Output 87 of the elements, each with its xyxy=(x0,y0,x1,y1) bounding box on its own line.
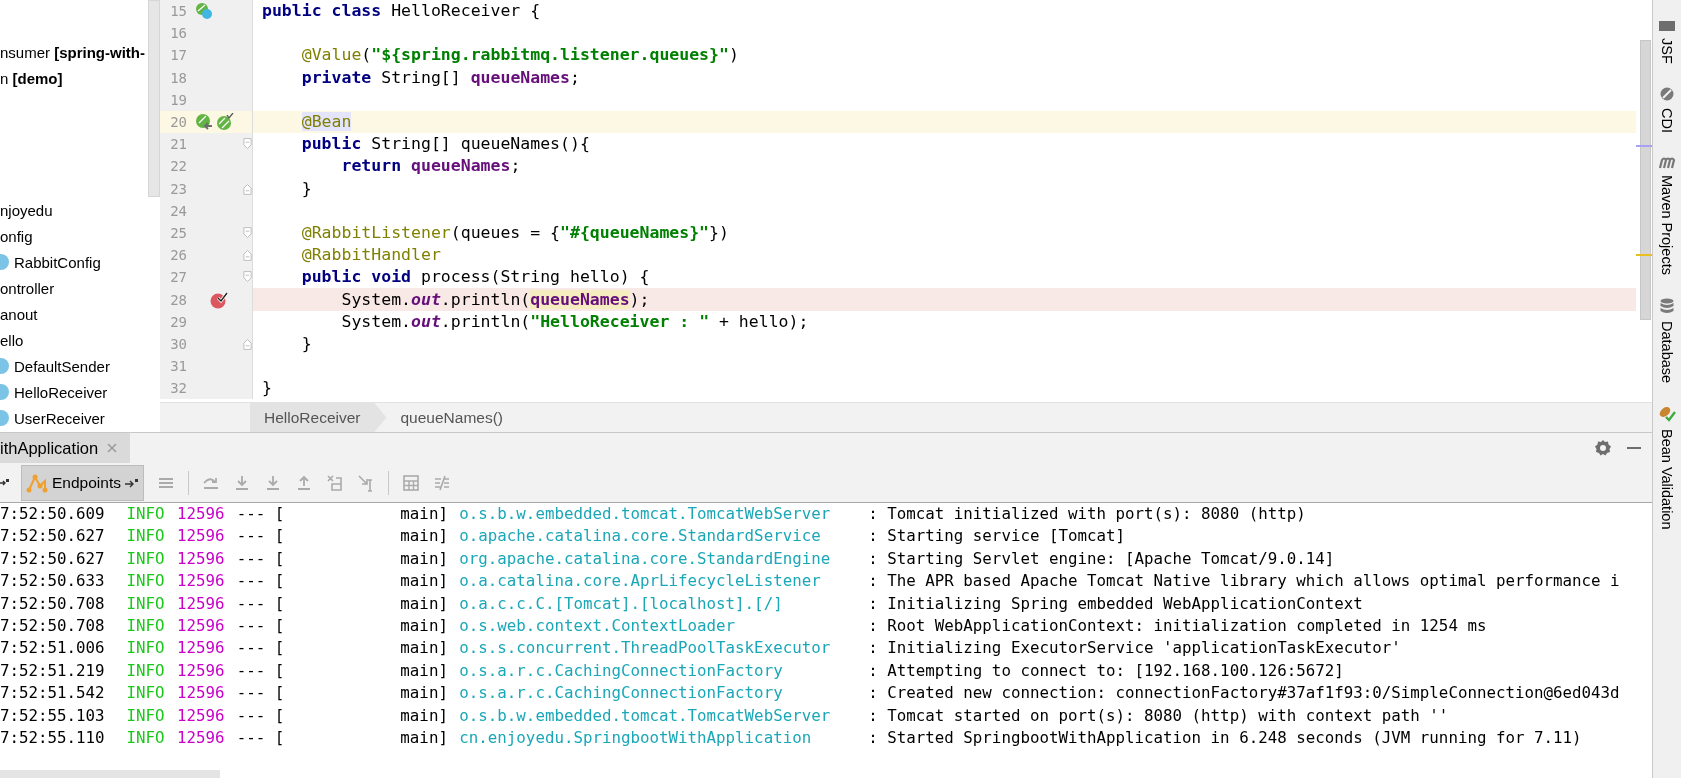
line-number: 29 xyxy=(169,313,187,330)
class-icon xyxy=(0,383,10,401)
breadcrumb[interactable]: queueNames() xyxy=(386,403,529,432)
line-number: 21 xyxy=(169,136,187,153)
line-number: 25 xyxy=(169,224,187,241)
line-number: 31 xyxy=(169,358,187,375)
breadcrumb[interactable]: HelloReceiver xyxy=(250,403,387,432)
line-number: 24 xyxy=(169,202,187,219)
class-icon xyxy=(0,357,10,375)
close-icon[interactable] xyxy=(106,442,119,454)
line-number: 18 xyxy=(169,69,187,86)
scrollbar-thumb[interactable] xyxy=(148,0,160,197)
scrollbar-thumb[interactable] xyxy=(1640,40,1651,320)
log-line: 7:52:50.627 INFO 12596 --- [ main] o.apache.catalina.core.StandardService : Starting service [Tomcat] xyxy=(0,525,1127,548)
calculator-icon[interactable] xyxy=(401,473,420,492)
line-number: 23 xyxy=(169,180,187,197)
code-line: } xyxy=(300,333,312,354)
tool-window-button[interactable]: CDI xyxy=(1659,85,1675,133)
log-line: 7:52:55.103 INFO 12596 --- [ main] o.s.b.w.embedded.tomcat.TomcatWebServer : Tomcat started on port(s): 8080 (http) with context path '' xyxy=(0,704,1450,727)
log-line: 7:52:50.708 INFO 12596 --- [ main] o.a.c.c.C.[Tomcat].[localhost].[/] : Initializing Spring embedded WebApplicationContext xyxy=(0,592,1364,615)
code-line: private String[] queueNames; xyxy=(300,67,580,88)
log-line: 7:52:50.627 INFO 12596 --- [ main] org.apache.catalina.core.StandardEngine : Starting Servlet engine: [Apache Tomcat/9.0.14] xyxy=(0,547,1336,570)
endpoints-button[interactable]: Endpoints xyxy=(21,464,144,501)
code-line: public String[] queueNames(){ xyxy=(300,134,590,155)
tool-window-button[interactable]: JSF xyxy=(1658,20,1676,64)
fold-icon[interactable] xyxy=(243,225,252,240)
log-line: 7:52:55.110 INFO 12596 --- [ main] cn.enjoyedu.SpringbootWithApplication : Started SpringbootWithApplication in 6.248 seconds (JVM running for 7.11) xyxy=(0,726,1583,749)
line-number: 19 xyxy=(169,91,187,108)
code-line: @Value("${spring.rabbitmq.listener.queues}") xyxy=(300,45,739,66)
tree-item[interactable]: onfig xyxy=(0,227,33,245)
class-icon xyxy=(0,253,10,271)
database-icon xyxy=(1659,296,1675,315)
tree-item[interactable]: ello xyxy=(0,331,24,349)
code-line: public class HelloReceiver { xyxy=(262,1,541,22)
code-line: System.out.println(queueNames); xyxy=(340,289,650,310)
line-number: 32 xyxy=(169,380,187,397)
bean-icon[interactable] xyxy=(216,113,234,132)
code-line: return queueNames; xyxy=(340,156,521,177)
line-number: 22 xyxy=(169,158,187,175)
fold-icon[interactable] xyxy=(243,137,252,152)
tool-window-button[interactable]: Maven Projects xyxy=(1658,154,1676,275)
tool-window-button[interactable]: Database xyxy=(1659,296,1675,383)
line-number: 15 xyxy=(169,3,187,20)
log-line: 7:52:50.609 INFO 12596 --- [ main] o.s.b.w.embedded.tomcat.TomcatWebServer : Tomcat initialized with port(s): 8080 (http) xyxy=(0,503,1307,525)
bean-icon[interactable] xyxy=(195,113,213,132)
tree-item[interactable]: UserReceiver xyxy=(14,409,105,427)
log-line: 7:52:50.708 INFO 12596 --- [ main] o.s.web.context.ContextLoader : Root WebApplicationContext: initialization completed in 1254 ms xyxy=(0,614,1488,637)
log-line: 7:52:51.542 INFO 12596 --- [ main] o.s.a.r.c.CachingConnectionFactory : Created new connection: connectionFactory#37af1f93:0/SimpleConnection@6ed043d xyxy=(0,682,1621,705)
code-line: public void process(String hello) { xyxy=(300,267,650,288)
log-line: 7:52:51.006 INFO 12596 --- [ main] o.s.s.concurrent.ThreadPoolTaskExecutor : Initializing ExecutorService 'applicationTaskExecutor' xyxy=(0,637,1402,660)
code-line: System.out.println("HelloReceiver : " + hello); xyxy=(340,311,809,332)
tree-item[interactable]: anout xyxy=(0,305,38,323)
scrollbar-thumb[interactable] xyxy=(0,770,220,778)
tree-item[interactable]: RabbitConfig xyxy=(14,253,101,271)
line-number: 20 xyxy=(169,114,187,131)
line-number: 28 xyxy=(169,291,187,308)
line-number: 17 xyxy=(169,47,187,64)
breakpoint-icon[interactable] xyxy=(209,290,229,309)
fold-icon[interactable] xyxy=(243,248,252,263)
settings-icon[interactable] xyxy=(1594,439,1612,457)
line-number: 16 xyxy=(169,25,187,42)
tool-window-button[interactable]: Bean Validation xyxy=(1658,404,1676,530)
line-number: 27 xyxy=(169,269,187,286)
bean-icon[interactable] xyxy=(195,2,213,21)
tree-item[interactable]: HelloReceiver xyxy=(14,383,108,401)
drop-frame-icon[interactable] xyxy=(325,473,344,492)
tree-item[interactable]: n [demo] xyxy=(0,69,63,87)
bean-check-icon xyxy=(1658,404,1676,423)
run-to-cursor-icon[interactable] xyxy=(356,473,375,492)
fold-icon[interactable] xyxy=(243,336,252,351)
log-line: 7:52:51.219 INFO 12596 --- [ main] o.s.a.r.c.CachingConnectionFactory : Attempting to connect to: [192.168.100.126:5672] xyxy=(0,659,1345,682)
tree-item[interactable]: njoyedu xyxy=(0,201,53,219)
code-line: } xyxy=(300,178,312,199)
code-line: @RabbitListener(queues = {"#{queueNames}"}) xyxy=(300,222,729,243)
fold-icon[interactable] xyxy=(243,270,252,285)
tree-item[interactable]: DefaultSender xyxy=(14,357,110,375)
line-number: 30 xyxy=(169,335,187,352)
code-line: @RabbitHandler xyxy=(300,245,441,266)
class-icon xyxy=(0,409,10,427)
tree-item[interactable]: ontroller xyxy=(0,279,55,297)
code-line: } xyxy=(262,378,272,399)
fold-icon[interactable] xyxy=(243,181,252,196)
log-line: 7:52:50.633 INFO 12596 --- [ main] o.a.catalina.core.AprLifecycleListener : The APR based Apache Tomcat Native library which allows optimal performance i xyxy=(0,570,1621,593)
run-tab[interactable]: ithApplication xyxy=(0,433,131,463)
line-number: 26 xyxy=(169,247,187,264)
tree-item[interactable]: nsumer [spring-with- xyxy=(0,43,145,61)
trace-icon[interactable] xyxy=(432,473,451,492)
